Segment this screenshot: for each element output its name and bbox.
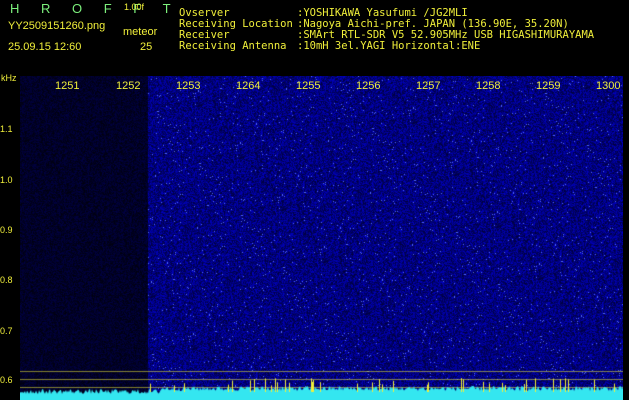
meteor-label: meteor (123, 26, 158, 38)
x-tick-label: 1251 (55, 80, 80, 92)
y-tick-label: 0.7 (0, 326, 13, 336)
y-tick-label: 0.9 (0, 225, 13, 235)
x-tick-label: 1257 (416, 80, 441, 92)
y-tick-label: 1.0 (0, 175, 13, 185)
x-tick-label: 1259 (536, 80, 561, 92)
x-tick-label: 1264 (236, 80, 261, 92)
meteor-count: 25 (140, 41, 153, 53)
filename-label: YY2509151260.png (8, 20, 106, 32)
y-axis-unit: kHz (1, 73, 17, 83)
x-tick-label: 1258 (476, 80, 501, 92)
info-value: :10mH 3el.YAGI Horizontal:ENE (297, 40, 481, 52)
y-tick-label: 0.6 (0, 375, 13, 385)
x-tick-label: 1253 (176, 80, 201, 92)
y-tick-label: 0.8 (0, 275, 13, 285)
app-brand: H R O F F T (10, 1, 180, 16)
x-tick-label: 1256 (356, 80, 381, 92)
app-version: 1.00f (124, 2, 145, 12)
info-antenna: Receiving Antenna :10mH 3el.YAGI Horizont… (179, 40, 480, 52)
x-tick-label: 1252 (116, 80, 141, 92)
info-label: Receiving Antenna (179, 40, 287, 52)
header: H R O F F T 1.00f YY2509151260.png meteo… (0, 0, 629, 76)
right-edge (623, 76, 629, 400)
x-tick-label: 1255 (296, 80, 321, 92)
datetime-label: 25.09.15 12:60 (8, 41, 82, 53)
x-tick-label: 1300 (596, 80, 621, 92)
spectrogram-canvas[interactable] (20, 76, 623, 400)
y-tick-label: 1.1 (0, 124, 13, 134)
